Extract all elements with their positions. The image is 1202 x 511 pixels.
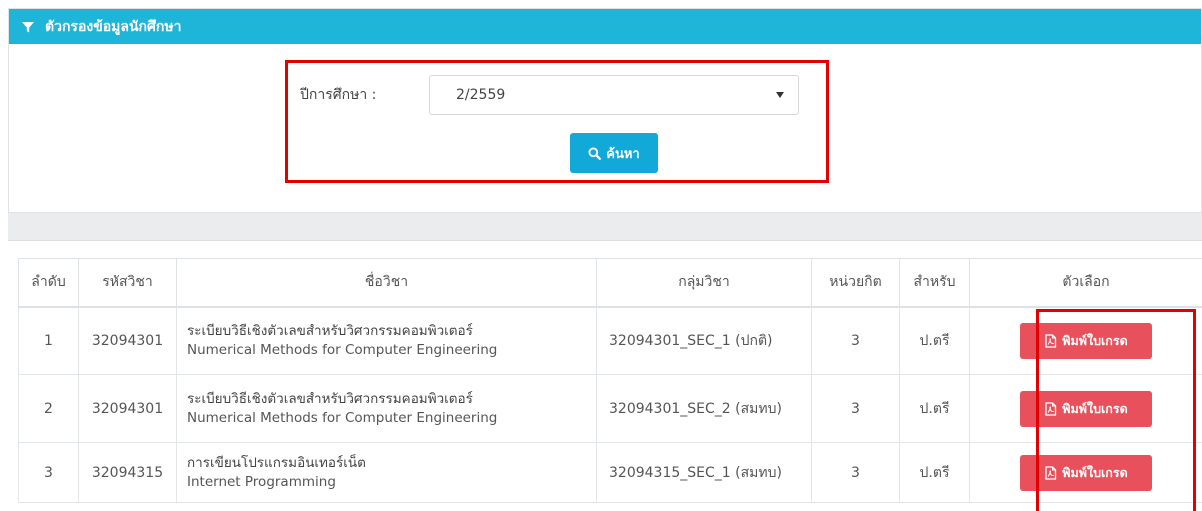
course-name-en: Numerical Methods for Computer Engineeri… — [187, 341, 498, 358]
course-name-th: ระเบียบวิธีเชิงตัวเลขสำหรับวิศวกรรมคอมพิ… — [187, 390, 473, 407]
table-row: 2 32094301 ระเบียบวิธีเชิงตัวเลขสำหรับวิ… — [18, 374, 1202, 443]
cell-for: ป.ตรี — [899, 442, 970, 503]
cell-credits: 3 — [811, 306, 900, 375]
chevron-down-icon — [776, 92, 784, 98]
col-header-group: กลุ่มวิชา — [596, 258, 812, 308]
col-header-no: ลำดับ — [18, 258, 79, 308]
course-name-en: Internet Programming — [187, 473, 336, 490]
col-header-for: สำหรับ — [899, 258, 970, 308]
cell-group: 32094301_SEC_1 (ปกติ) — [596, 306, 812, 375]
section-divider-band — [8, 213, 1202, 241]
col-header-code: รหัสวิชา — [78, 258, 177, 308]
cell-no: 1 — [18, 306, 79, 375]
print-buttons-highlight — [1036, 309, 1196, 511]
table-header-row: ลำดับ รหัสวิชา ชื่อวิชา กลุ่มวิชา หน่วยก… — [18, 258, 1202, 308]
cell-group: 32094301_SEC_2 (สมทบ) — [596, 374, 812, 443]
cell-course-name: ระเบียบวิธีเชิงตัวเลขสำหรับวิศวกรรมคอมพิ… — [176, 374, 597, 443]
cell-no: 3 — [18, 442, 79, 503]
course-table-container: ลำดับ รหัสวิชา ชื่อวิชา กลุ่มวิชา หน่วยก… — [18, 258, 1202, 503]
cell-course-name: ระเบียบวิธีเชิงตัวเลขสำหรับวิศวกรรมคอมพิ… — [176, 306, 597, 375]
cell-for: ป.ตรี — [899, 306, 970, 375]
search-button[interactable]: ค้นหา — [570, 133, 658, 173]
cell-code: 32094315 — [78, 442, 177, 503]
cell-group: 32094315_SEC_1 (สมทบ) — [596, 442, 812, 503]
cell-no: 2 — [18, 374, 79, 443]
academic-year-value: 2/2559 — [456, 87, 506, 103]
academic-year-select[interactable]: 2/2559 — [429, 75, 799, 115]
col-header-credits: หน่วยกิต — [811, 258, 900, 308]
cell-credits: 3 — [811, 442, 900, 503]
search-icon — [588, 146, 602, 160]
table-row: 1 32094301 ระเบียบวิธีเชิงตัวเลขสำหรับวิ… — [18, 306, 1202, 375]
academic-year-label: ปีการศึกษา : — [300, 87, 377, 103]
col-header-name: ชื่อวิชา — [176, 258, 597, 308]
course-name-th: ระเบียบวิธีเชิงตัวเลขสำหรับวิศวกรรมคอมพิ… — [187, 322, 473, 339]
col-header-options: ตัวเลือก — [969, 258, 1202, 308]
cell-code: 32094301 — [78, 374, 177, 443]
course-name-th: การเขียนโปรแกรมอินเทอร์เน็ต — [187, 454, 366, 471]
cell-credits: 3 — [811, 374, 900, 443]
cell-course-name: การเขียนโปรแกรมอินเทอร์เน็ต Internet Pro… — [176, 442, 597, 503]
course-name-en: Numerical Methods for Computer Engineeri… — [187, 409, 498, 426]
search-button-label: ค้นหา — [606, 146, 640, 162]
table-row: 3 32094315 การเขียนโปรแกรมอินเทอร์เน็ต I… — [18, 442, 1202, 503]
cell-for: ป.ตรี — [899, 374, 970, 443]
filter-panel-title: ตัวกรองข้อมูลนักศึกษา — [45, 18, 182, 35]
course-table: ลำดับ รหัสวิชา ชื่อวิชา กลุ่มวิชา หน่วยก… — [18, 258, 1202, 503]
filter-icon — [21, 20, 35, 34]
cell-code: 32094301 — [78, 306, 177, 375]
filter-panel-header: ตัวกรองข้อมูลนักศึกษา — [9, 9, 1201, 44]
